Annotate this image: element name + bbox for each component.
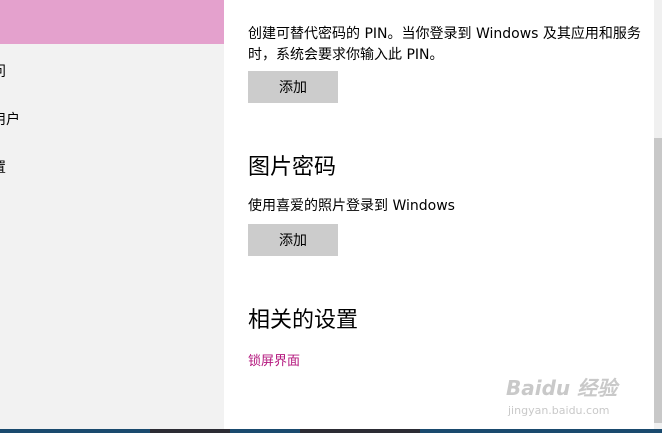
picture-password-add-button[interactable]: 添加 <box>248 224 338 256</box>
settings-content: 创建可替代密码的 PIN。当你登录到 Windows 及其应用和服务时，系统会要… <box>224 0 654 429</box>
pin-description: 创建可替代密码的 PIN。当你登录到 Windows 及其应用和服务时，系统会要… <box>248 26 641 63</box>
sidebar-item-selected[interactable] <box>0 0 224 44</box>
picture-password-description: 使用喜爱的照片登录到 Windows <box>248 198 455 214</box>
picture-password-heading: 图片密码 <box>248 155 337 180</box>
lock-screen-link[interactable]: 锁屏界面 <box>248 350 300 369</box>
related-settings-heading: 相关的设置 <box>248 308 359 333</box>
taskbar-item[interactable] <box>300 429 420 433</box>
taskbar-item[interactable] <box>150 429 230 433</box>
sidebar-item-1[interactable]: 问 <box>0 61 6 81</box>
pin-add-button[interactable]: 添加 <box>248 71 338 103</box>
scrollbar-thumb[interactable] <box>654 138 662 423</box>
sidebar-item-2[interactable]: 用户 <box>0 109 20 129</box>
sidebar-item-3[interactable]: 置 <box>0 157 6 177</box>
sidebar-nav: 问 用户 置 <box>0 0 224 429</box>
